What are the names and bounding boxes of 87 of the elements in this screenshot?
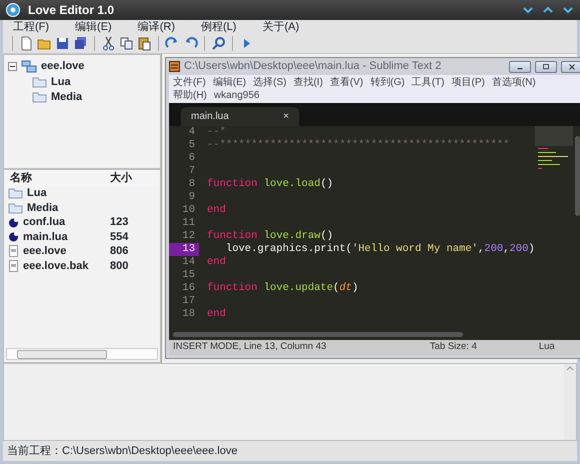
document-icon	[8, 260, 19, 272]
code-line: end	[207, 256, 226, 269]
menu-item[interactable]: wkang956	[214, 89, 260, 102]
tree-item[interactable]: Media	[51, 88, 82, 106]
file-name[interactable]: main.lua	[23, 228, 68, 245]
moon-file-icon	[8, 216, 19, 228]
file-size: 123	[110, 215, 128, 230]
close-icon[interactable]	[560, 60, 580, 72]
status-text: 当前工程：C:\Users\wbn\Desktop\eee\eee.love	[7, 444, 238, 459]
menu-item[interactable]: 项目(P)	[452, 76, 485, 89]
maximize-icon[interactable]	[534, 60, 557, 72]
file-name[interactable]: Lua	[27, 185, 47, 202]
line-number: 4	[188, 126, 196, 139]
menu-item[interactable]: 编辑(E)	[75, 20, 112, 34]
folder-icon	[32, 76, 47, 88]
status-text: Tab Size: 4	[430, 340, 477, 354]
column-header[interactable]: 大小	[110, 170, 160, 186]
line-number: 9	[188, 191, 196, 204]
app-icon	[169, 61, 180, 72]
file-size: 800	[110, 258, 128, 274]
folder-icon	[8, 202, 23, 214]
line-number: 5	[188, 139, 196, 152]
new-file-icon[interactable]	[19, 36, 34, 51]
code-line: function love.update(dt)	[207, 282, 358, 295]
tab-label[interactable]: main.lua	[191, 109, 229, 124]
tree-item[interactable]: Lua	[51, 74, 71, 90]
collapse-icon[interactable]	[8, 62, 17, 71]
folder-icon	[32, 91, 47, 103]
code-line: love.graphics.print('Hello word My name',200,200)	[225, 243, 535, 256]
scrollbar[interactable]	[169, 330, 580, 340]
line-number: 10	[181, 204, 196, 217]
menu-item[interactable]: 查看(V)	[330, 76, 364, 89]
menu-item[interactable]: 选择(S)	[253, 76, 286, 89]
menu-item[interactable]: 首选项(N)	[492, 76, 536, 89]
window-title: Love Editor 1.0	[28, 2, 114, 19]
menu-item[interactable]: 例程(L)	[201, 20, 236, 34]
menu-item[interactable]: 文件(F)	[173, 76, 206, 89]
line-number: 16	[181, 282, 196, 295]
save-all-icon[interactable]	[73, 36, 88, 51]
menu-item[interactable]: 编译(R)	[138, 20, 175, 34]
line-number: 15	[181, 269, 196, 282]
file-name[interactable]: Media	[27, 200, 58, 216]
line-number: 7	[188, 165, 196, 178]
minimize-icon[interactable]	[508, 60, 531, 72]
line-number: 8	[188, 178, 196, 191]
menu-item[interactable]: 帮助(H)	[173, 89, 207, 102]
file-name[interactable]: eee.love.bak	[23, 258, 88, 274]
file-size: 806	[110, 244, 128, 259]
line-number: 14	[181, 256, 196, 269]
menu-item[interactable]: 工具(T)	[412, 76, 444, 89]
tab[interactable]: main.lua ×	[181, 107, 299, 126]
tab-close[interactable]: ×	[283, 109, 289, 124]
file-size: 554	[110, 230, 128, 244]
code-line: function love.draw()	[207, 230, 334, 243]
menu-item[interactable]: 关于(A)	[262, 20, 300, 34]
line-number: 12	[181, 230, 196, 243]
file-name[interactable]: eee.love	[23, 243, 66, 260]
code-line: end	[207, 204, 226, 217]
file-name[interactable]: conf.lua	[23, 214, 66, 230]
column-header[interactable]: 名称	[10, 170, 110, 186]
line-number: 17	[181, 295, 196, 308]
code-line: --*	[207, 126, 226, 139]
line-number: 11	[181, 217, 196, 230]
menu-item[interactable]: 工程(F)	[13, 20, 50, 34]
status-text: Lua	[538, 340, 555, 354]
tree-item[interactable]: eee.love	[41, 58, 84, 74]
line-number: 18	[181, 308, 196, 321]
app-logo-icon	[6, 3, 20, 17]
cut-icon[interactable]	[101, 36, 116, 51]
paste-icon[interactable]	[137, 36, 152, 51]
code-line: function love.load()	[207, 178, 334, 191]
document-icon	[8, 245, 19, 258]
line-number: 6	[188, 152, 196, 165]
project-icon	[21, 60, 37, 73]
menu-item[interactable]: 编辑(E)	[212, 76, 246, 89]
scrollbar[interactable]	[6, 348, 158, 360]
status-text: INSERT MODE, Line 13, Column 43	[173, 340, 326, 354]
save-icon[interactable]	[55, 36, 70, 51]
search-icon[interactable]	[211, 36, 226, 51]
editor-title: C:\Users\wbn\Desktop\eee\main.lua - Sublime Text 2	[184, 59, 442, 74]
code-line: end	[207, 308, 226, 321]
code-line: --**********************************************	[207, 139, 510, 152]
line-number: 13	[169, 243, 199, 256]
moon-file-icon	[8, 231, 19, 242]
menu-item[interactable]: 查找(I)	[293, 76, 323, 89]
menu-item[interactable]: 转到(G)	[370, 76, 405, 89]
copy-icon[interactable]	[119, 36, 134, 51]
